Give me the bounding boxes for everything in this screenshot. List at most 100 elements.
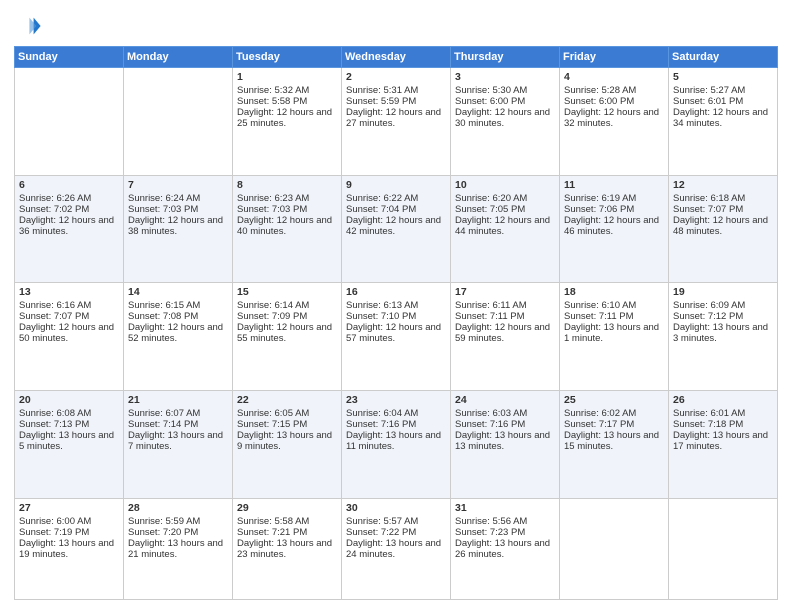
daylight-text: Daylight: 13 hours and 5 minutes. [19,430,119,452]
sunset-text: Sunset: 6:01 PM [673,96,773,107]
calendar-cell: 17Sunrise: 6:11 AMSunset: 7:11 PMDayligh… [451,283,560,391]
sunset-text: Sunset: 7:16 PM [346,419,446,430]
daylight-text: Daylight: 13 hours and 13 minutes. [455,430,555,452]
calendar-cell: 2Sunrise: 5:31 AMSunset: 5:59 PMDaylight… [342,68,451,176]
daylight-text: Daylight: 12 hours and 32 minutes. [564,107,664,129]
daylight-text: Daylight: 13 hours and 26 minutes. [455,538,555,560]
calendar-cell: 5Sunrise: 5:27 AMSunset: 6:01 PMDaylight… [669,68,778,176]
calendar-cell: 14 Sunrise: 6:15 AMSunset: 7:08 PMDayligh… [124,283,233,391]
sunset-text: Sunset: 7:19 PM [19,527,119,538]
day-number: 14 [128,286,228,298]
sunrise-text: Sunrise: 5:27 AM [673,85,773,96]
calendar-cell: 23Sunrise: 6:04 AMSunset: 7:16 PMDayligh… [342,391,451,499]
sunset-text: Sunset: 7:11 PM [564,311,664,322]
sunrise-text: Sunrise: 6:23 AM [237,193,337,204]
calendar-header-friday: Friday [560,47,669,68]
day-number: 16 [346,286,446,298]
sunrise-text: Sunrise: 5:59 AM [128,516,228,527]
calendar-cell: 9Sunrise: 6:22 AMSunset: 7:04 PMDaylight… [342,175,451,283]
daylight-text: Daylight: 13 hours and 23 minutes. [237,538,337,560]
daylight-text: Daylight: 13 hours and 21 minutes. [128,538,228,560]
calendar-cell [560,498,669,599]
sunrise-text: Sunrise: 6:19 AM [564,193,664,204]
sunset-text: Sunset: 7:03 PM [237,204,337,215]
daylight-text: Daylight: 12 hours and 25 minutes. [237,107,337,129]
sunset-text: Sunset: 7:06 PM [564,204,664,215]
day-number: 10 [455,179,555,191]
calendar-header-wednesday: Wednesday [342,47,451,68]
calendar-cell: 22Sunrise: 6:05 AMSunset: 7:15 PMDayligh… [233,391,342,499]
calendar-header-row: SundayMondayTuesdayWednesdayThursdayFrid… [15,47,778,68]
daylight-text: Daylight: 13 hours and 15 minutes. [564,430,664,452]
calendar-cell: 6Sunrise: 6:26 AMSunset: 7:02 PMDaylight… [15,175,124,283]
calendar-table: SundayMondayTuesdayWednesdayThursdayFrid… [14,46,778,600]
day-number: 23 [346,394,446,406]
sunrise-text: Sunrise: 6:15 AM [128,300,228,311]
calendar-cell: 25Sunrise: 6:02 AMSunset: 7:17 PMDayligh… [560,391,669,499]
day-number: 6 [19,179,119,191]
sunrise-text: Sunrise: 6:14 AM [237,300,337,311]
daylight-text: Daylight: 13 hours and 19 minutes. [19,538,119,560]
sunset-text: Sunset: 7:07 PM [19,311,119,322]
day-number: 15 [237,286,337,298]
daylight-text: Daylight: 12 hours and 36 minutes. [19,215,119,237]
sunset-text: Sunset: 7:07 PM [673,204,773,215]
sunset-text: Sunset: 7:04 PM [346,204,446,215]
calendar-cell: 24Sunrise: 6:03 AMSunset: 7:16 PMDayligh… [451,391,560,499]
sunrise-text: Sunrise: 6:01 AM [673,408,773,419]
sunset-text: Sunset: 7:16 PM [455,419,555,430]
sunrise-text: Sunrise: 5:30 AM [455,85,555,96]
calendar-cell [15,68,124,176]
calendar-week-row: 20Sunrise: 6:08 AMSunset: 7:13 PMDayligh… [15,391,778,499]
sunset-text: Sunset: 7:09 PM [237,311,337,322]
calendar-cell: 4Sunrise: 5:28 AMSunset: 6:00 PMDaylight… [560,68,669,176]
sunset-text: Sunset: 5:58 PM [237,96,337,107]
daylight-text: Daylight: 12 hours and 48 minutes. [673,215,773,237]
daylight-text: Daylight: 12 hours and 50 minutes. [19,322,119,344]
daylight-text: Daylight: 12 hours and 42 minutes. [346,215,446,237]
day-number: 30 [346,502,446,514]
sunset-text: Sunset: 7:08 PM [128,311,228,322]
sunrise-text: Sunrise: 6:10 AM [564,300,664,311]
calendar-week-row: 27Sunrise: 6:00 AMSunset: 7:19 PMDayligh… [15,498,778,599]
sunrise-text: Sunrise: 6:05 AM [237,408,337,419]
logo-icon [14,12,42,40]
calendar-cell: 7Sunrise: 6:24 AMSunset: 7:03 PMDaylight… [124,175,233,283]
daylight-text: Daylight: 13 hours and 1 minute. [564,322,664,344]
sunrise-text: Sunrise: 5:28 AM [564,85,664,96]
logo [14,12,46,40]
calendar-cell: 15Sunrise: 6:14 AMSunset: 7:09 PMDayligh… [233,283,342,391]
sunrise-text: Sunrise: 6:26 AM [19,193,119,204]
sunrise-text: Sunrise: 6:04 AM [346,408,446,419]
sunrise-text: Sunrise: 6:09 AM [673,300,773,311]
calendar-cell: 31Sunrise: 5:56 AMSunset: 7:23 PMDayligh… [451,498,560,599]
calendar-cell: 10Sunrise: 6:20 AMSunset: 7:05 PMDayligh… [451,175,560,283]
day-number: 26 [673,394,773,406]
calendar-cell: 16Sunrise: 6:13 AMSunset: 7:10 PMDayligh… [342,283,451,391]
calendar-cell: 26Sunrise: 6:01 AMSunset: 7:18 PMDayligh… [669,391,778,499]
sunrise-text: Sunrise: 6:02 AM [564,408,664,419]
sunrise-text: Sunrise: 5:31 AM [346,85,446,96]
calendar-cell: 1Sunrise: 5:32 AMSunset: 5:58 PMDaylight… [233,68,342,176]
sunset-text: Sunset: 7:17 PM [564,419,664,430]
sunrise-text: Sunrise: 6:22 AM [346,193,446,204]
day-number: 5 [673,71,773,83]
daylight-text: Daylight: 12 hours and 52 minutes. [128,322,228,344]
daylight-text: Daylight: 13 hours and 3 minutes. [673,322,773,344]
sunset-text: Sunset: 7:10 PM [346,311,446,322]
calendar-header-sunday: Sunday [15,47,124,68]
page: SundayMondayTuesdayWednesdayThursdayFrid… [0,0,792,612]
calendar-cell: 30Sunrise: 5:57 AMSunset: 7:22 PMDayligh… [342,498,451,599]
sunrise-text: Sunrise: 5:32 AM [237,85,337,96]
calendar-week-row: 1Sunrise: 5:32 AMSunset: 5:58 PMDaylight… [15,68,778,176]
calendar-cell: 21Sunrise: 6:07 AMSunset: 7:14 PMDayligh… [124,391,233,499]
sunrise-text: Sunrise: 6:20 AM [455,193,555,204]
calendar-cell: 20Sunrise: 6:08 AMSunset: 7:13 PMDayligh… [15,391,124,499]
daylight-text: Daylight: 13 hours and 17 minutes. [673,430,773,452]
sunset-text: Sunset: 7:14 PM [128,419,228,430]
calendar-cell: 18Sunrise: 6:10 AMSunset: 7:11 PMDayligh… [560,283,669,391]
daylight-text: Daylight: 13 hours and 24 minutes. [346,538,446,560]
calendar-cell: 29Sunrise: 5:58 AMSunset: 7:21 PMDayligh… [233,498,342,599]
sunset-text: Sunset: 6:00 PM [564,96,664,107]
sunrise-text: Sunrise: 5:57 AM [346,516,446,527]
